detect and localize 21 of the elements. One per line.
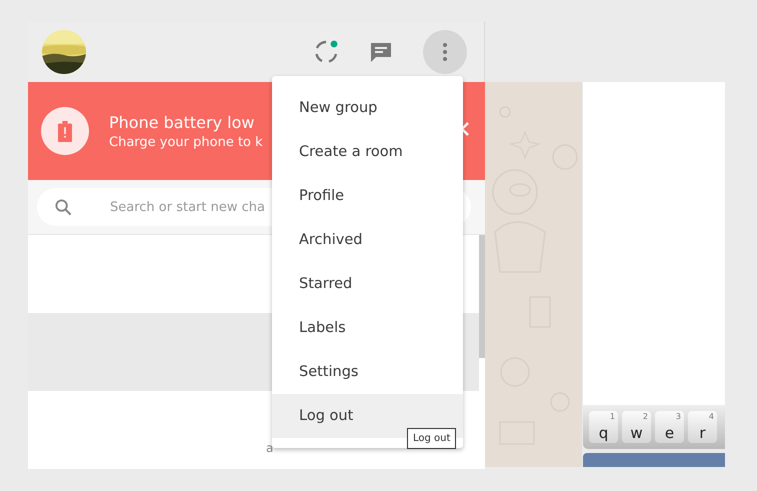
menu-item[interactable]: Archived [272,218,463,262]
menu-item[interactable]: Settings [272,350,463,394]
tooltip: Log out [407,428,456,449]
banner-subtitle: Charge your phone to k [109,134,263,150]
more-icon [442,42,448,62]
menu-item[interactable]: New group [272,86,463,130]
keyboard-key[interactable]: 4 r [688,411,717,443]
status-icon[interactable] [313,39,339,65]
menu-item[interactable]: Profile [272,174,463,218]
banner-title: Phone battery low [109,112,256,132]
keyboard-key[interactable]: 2 w [622,411,651,443]
search-icon [55,198,72,216]
menu-button[interactable] [423,30,467,74]
menu-item[interactable]: Create a room [272,130,463,174]
menu-item[interactable]: Labels [272,306,463,350]
scrollbar[interactable] [479,235,485,358]
chat-preview: a [266,441,274,455]
keyboard-key[interactable]: 1 q [589,411,618,443]
menu-item[interactable]: Starred [272,262,463,306]
keyboard-key[interactable]: 3 e [655,411,684,443]
battery-icon [41,107,89,155]
